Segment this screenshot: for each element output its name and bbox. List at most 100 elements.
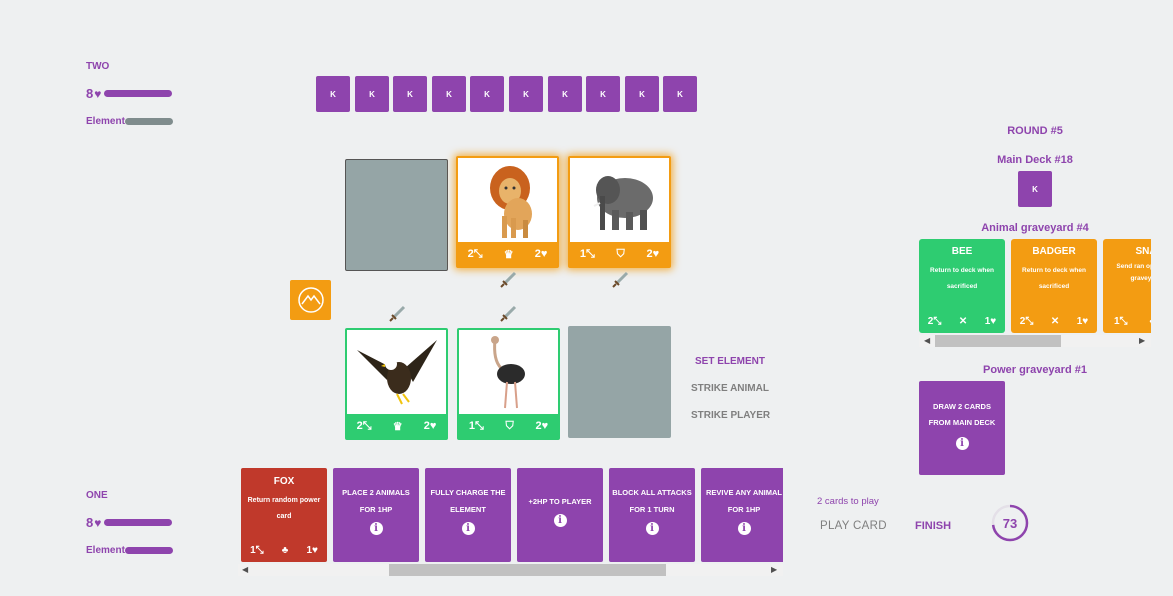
hand-card-power[interactable]: +2HP TO PLAYER i — [517, 468, 603, 562]
hand-card-power[interactable]: PLACE 2 ANIMALS FOR 1HP i — [333, 468, 419, 562]
opponent-hp: 8 ♥ — [86, 86, 173, 101]
player-name: ONE — [86, 490, 108, 501]
info-icon[interactable]: i — [737, 522, 751, 535]
opponent-hand-card: K — [393, 76, 427, 112]
hand-card-fox[interactable]: FOX Return random power card 1⤡ ♣ 1♥ — [241, 468, 327, 562]
graveyard-card-bee[interactable]: BEE Return to deck when sacrificed 2⤡ ✕ … — [919, 239, 1005, 333]
info-icon[interactable]: i — [461, 522, 475, 535]
opponent-hand-card: K — [355, 76, 389, 112]
power-card-text: DRAW 2 CARDS FROM MAIN DECK — [928, 402, 996, 427]
crossed-swords-icon: ✕ — [1050, 316, 1060, 327]
opponent-board-card-elephant[interactable]: 1⤡ ⛉ 2♥ — [568, 156, 671, 268]
hand-card-power[interactable]: FULLY CHARGE THE ELEMENT i — [425, 468, 511, 562]
info-icon[interactable]: i — [955, 437, 969, 450]
card-stats: 1⤡ ⛉ 2♥ — [569, 241, 670, 267]
heart-icon: ♥ — [1082, 316, 1089, 327]
opponent-hand-card: K — [586, 76, 620, 112]
power-card-text: BLOCK ALL ATTACKS FOR 1 TURN — [612, 488, 692, 514]
hp-stat: 2♥ — [535, 420, 549, 432]
finish-button[interactable]: FINISH — [915, 520, 951, 532]
heart-icon: ♥ — [990, 316, 997, 327]
elephant-image — [570, 158, 669, 242]
info-icon[interactable]: i — [369, 522, 383, 535]
card-stats: 2⤡ ✕ 1♥ — [1019, 316, 1089, 327]
cards-to-play-label: 2 cards to play — [817, 496, 879, 507]
player-element-bar — [124, 547, 173, 554]
attack-icon: ⤡ — [474, 419, 484, 432]
ostrich-image — [459, 330, 558, 414]
sword-icon — [612, 271, 629, 288]
attack-icon: ⤡ — [1119, 316, 1128, 327]
card-name: FOX — [273, 476, 295, 487]
player-empty-slot[interactable] — [568, 326, 671, 438]
opponent-hand-card: K — [548, 76, 582, 112]
attack-icon: ⤡ — [362, 419, 372, 432]
info-icon[interactable]: i — [645, 522, 659, 535]
player-board-card-ostrich[interactable]: 1⤡ ⛉ 2♥ — [457, 328, 560, 440]
power-graveyard-card[interactable]: DRAW 2 CARDS FROM MAIN DECK i — [919, 381, 1005, 475]
element-button[interactable] — [290, 280, 331, 320]
scroll-right-icon[interactable]: ▶ — [1139, 336, 1145, 345]
scroll-right-icon[interactable]: ▶ — [771, 565, 777, 574]
opponent-hp-value: 8 — [86, 86, 94, 101]
graveyard-card-badger[interactable]: BADGER Return to deck when sacrificed 2⤡… — [1011, 239, 1097, 333]
opponent-element-label: Element — [86, 116, 125, 127]
sword-icon — [500, 271, 517, 288]
opponent-hand-card: K — [625, 76, 659, 112]
heart-icon: ♥ — [429, 420, 437, 432]
card-description: Send ran opponent graveyard — [1116, 263, 1151, 282]
shield-icon: ⛉ — [616, 247, 625, 260]
animal-graveyard-list[interactable]: BEE Return to deck when sacrificed 2⤡ ✕ … — [919, 239, 1151, 351]
heart-icon: ♥ — [652, 248, 660, 260]
set-element-button[interactable]: SET ELEMENT — [695, 356, 765, 367]
hand-card-power[interactable]: REVIVE ANY ANIMAL FOR 1HP i — [701, 468, 783, 562]
opponent-hand-card: K — [432, 76, 466, 112]
graveyard-card-snake[interactable]: SNA Send ran opponent graveyard 1⤡ ♣ — [1103, 239, 1151, 333]
scroll-left-icon[interactable]: ◀ — [924, 336, 930, 345]
power-card-text: PLACE 2 ANIMALS FOR 1HP — [342, 488, 410, 514]
attack-stat: 2⤡ — [356, 419, 372, 432]
power-card-text: +2HP TO PLAYER — [528, 497, 592, 506]
timer-value: 73 — [1002, 515, 1018, 531]
crown-icon: ♛ — [503, 248, 514, 261]
opponent-hand-card: K — [509, 76, 543, 112]
strike-player-button[interactable]: STRIKE PLAYER — [691, 410, 770, 421]
opponent-board-card-lion[interactable]: 2⤡ ♛ 2♥ — [456, 156, 559, 268]
opponent-empty-slot[interactable] — [345, 159, 448, 271]
card-name: BADGER — [1032, 246, 1076, 257]
main-deck-card[interactable]: K — [1018, 171, 1052, 207]
hand-card-power[interactable]: BLOCK ALL ATTACKS FOR 1 TURN i — [609, 468, 695, 562]
hand-scrollbar-thumb[interactable] — [389, 564, 666, 576]
sword-icon — [389, 305, 406, 322]
attack-icon: ⤡ — [585, 247, 595, 260]
play-card-button[interactable]: PLAY CARD — [820, 520, 887, 532]
hp-stat: 2♥ — [534, 248, 548, 260]
scroll-left-icon[interactable]: ◀ — [242, 565, 248, 574]
power-graveyard-title: Power graveyard #1 — [983, 364, 1087, 376]
lion-image — [458, 158, 557, 242]
player-board-card-eagle[interactable]: 2⤡ ♛ 2♥ — [345, 328, 448, 440]
attack-icon: ⤡ — [473, 247, 483, 260]
card-name: SNA — [1135, 246, 1151, 257]
card-description: Return to deck when sacrificed — [930, 267, 994, 290]
opponent-hp-bar — [104, 90, 173, 97]
info-icon[interactable]: i — [553, 514, 567, 527]
attack-stat: 1⤡ — [468, 419, 484, 432]
animal-graveyard-title: Animal graveyard #4 — [981, 222, 1089, 234]
player-hand[interactable]: FOX Return random power card 1⤡ ♣ 1♥ PLA… — [238, 465, 783, 580]
player-element-label: Element — [86, 545, 125, 556]
player-hp-value: 8 — [86, 515, 94, 530]
opponent-element-bar — [124, 118, 173, 125]
heart-icon: ♥ — [312, 545, 318, 556]
opponent-element: Element — [86, 116, 173, 127]
attack-stat: 2⤡ — [467, 247, 483, 260]
eagle-image — [347, 330, 446, 414]
turn-timer: 73 — [990, 503, 1030, 543]
graveyard-scrollbar-thumb[interactable] — [935, 335, 1061, 347]
attack-icon: ⤡ — [255, 545, 264, 556]
heart-icon: ♥ — [540, 248, 548, 260]
card-description: Return random power card — [247, 497, 321, 520]
jester-icon: ♣ — [281, 545, 289, 556]
opponent-hand-card: K — [470, 76, 504, 112]
strike-animal-button[interactable]: STRIKE ANIMAL — [691, 383, 769, 394]
